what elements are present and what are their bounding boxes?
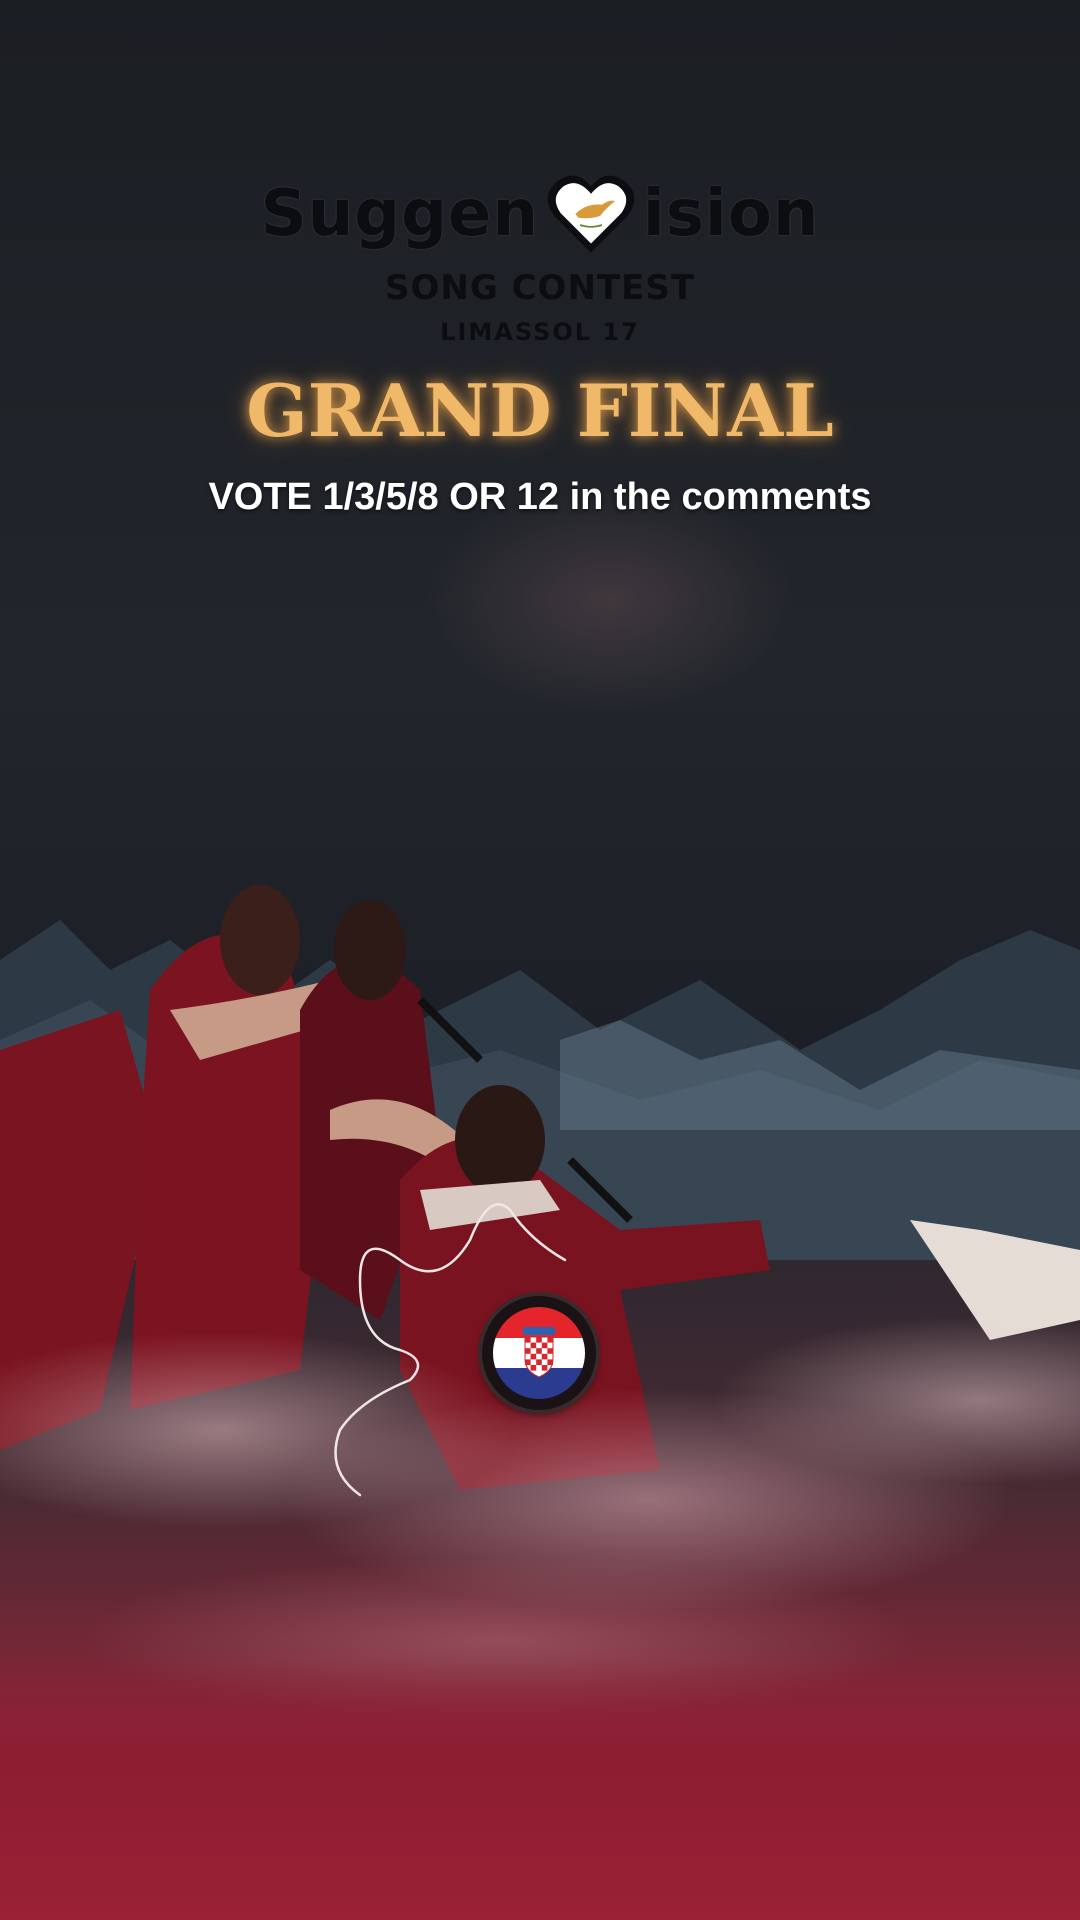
page-title: GRAND FINAL <box>246 368 834 453</box>
logo: Suggen ision <box>0 168 1080 260</box>
logo-word-right: ision <box>642 177 820 251</box>
logo-edition: LIMASSOL 17 <box>440 318 640 346</box>
vote-instruction: VOTE 1/3/5/8 OR 12 in the comments <box>208 476 872 518</box>
croatia-flag-icon <box>493 1307 585 1399</box>
stage-floor <box>0 1660 1080 1920</box>
country-badge[interactable] <box>482 1296 596 1410</box>
video-frame: Suggen ision SONG CONTEST LIMASSOL 17 GR… <box>0 0 1080 1920</box>
logo-word-left: Suggen <box>260 177 539 251</box>
logo-subtitle: SONG CONTEST <box>385 268 695 308</box>
heart-with-cyprus-icon <box>545 168 637 260</box>
